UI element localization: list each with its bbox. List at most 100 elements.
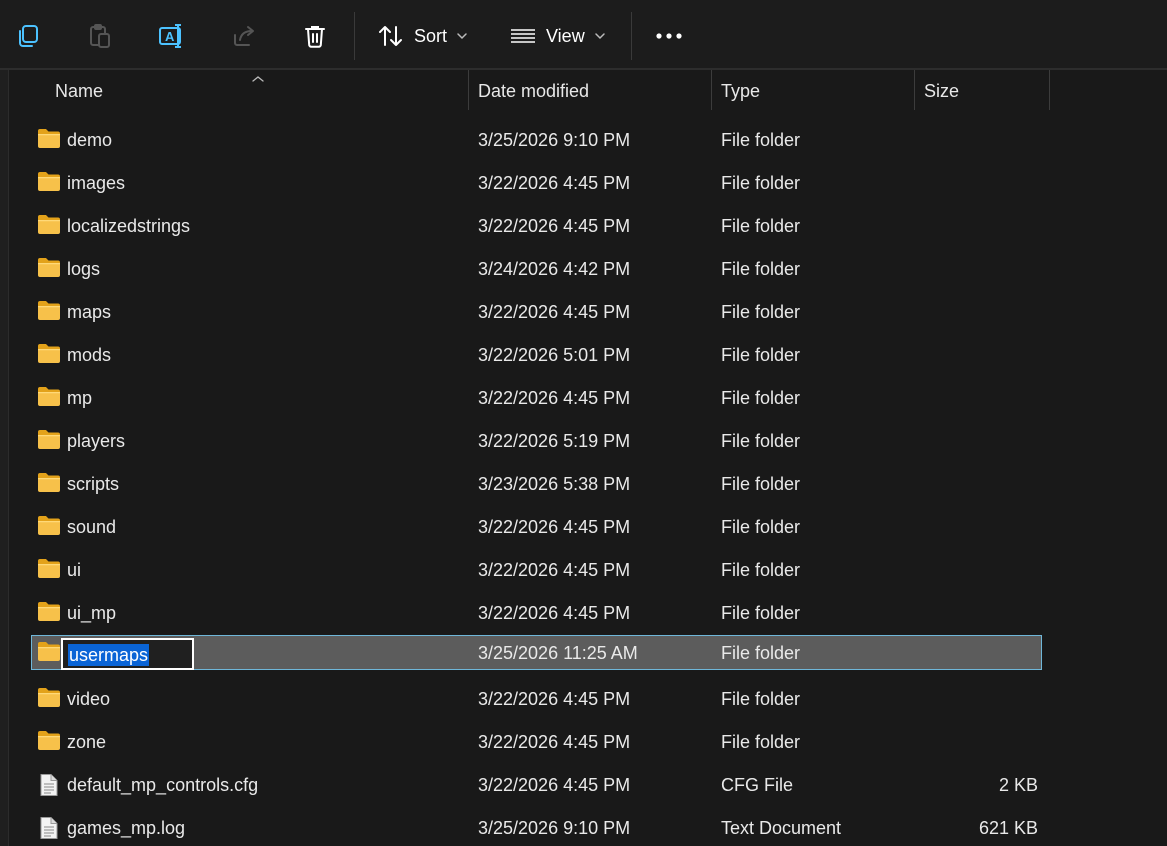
list-item[interactable]: players 3/22/2026 5:19 PM File folder xyxy=(0,420,1167,463)
column-divider[interactable] xyxy=(914,70,915,110)
list-item[interactable]: video 3/22/2026 4:45 PM File folder xyxy=(0,678,1167,721)
item-type: File folder xyxy=(721,173,801,193)
list-item[interactable]: sound 3/22/2026 4:45 PM File folder xyxy=(0,506,1167,549)
item-type: File folder xyxy=(721,130,801,150)
more-options-button[interactable] xyxy=(652,14,686,58)
item-name: demo xyxy=(67,130,113,150)
item-type: File folder xyxy=(721,732,801,752)
item-date: 3/25/2026 9:10 PM xyxy=(478,818,631,838)
folder-icon xyxy=(37,730,61,754)
item-date: 3/22/2026 4:45 PM xyxy=(478,517,631,537)
sort-icon xyxy=(378,24,404,48)
list-view-icon xyxy=(510,26,536,46)
item-type: File folder xyxy=(721,474,801,494)
rename-input[interactable]: usermaps xyxy=(61,638,194,670)
item-type: File folder xyxy=(721,689,801,709)
list-item[interactable]: default_mp_controls.cfg 3/22/2026 4:45 P… xyxy=(0,764,1167,807)
column-header-type[interactable]: Type xyxy=(721,70,913,112)
item-name: logs xyxy=(67,259,101,279)
list-item[interactable]: demo 3/25/2026 9:10 PM File folder xyxy=(0,119,1167,162)
column-name-label: Name xyxy=(55,80,104,101)
folder-icon xyxy=(37,515,61,539)
item-name: games_mp.log xyxy=(67,818,186,838)
item-name: maps xyxy=(67,302,112,322)
item-size xyxy=(930,334,1038,377)
list-item[interactable]: zone 3/22/2026 4:45 PM File folder xyxy=(0,721,1167,764)
item-size xyxy=(930,420,1038,463)
item-date: 3/24/2026 4:42 PM xyxy=(478,259,631,279)
list-item[interactable]: maps 3/22/2026 4:45 PM File folder xyxy=(0,291,1167,334)
column-header: Name Date modified Type Size xyxy=(9,70,1167,112)
item-date: 3/22/2026 4:45 PM xyxy=(478,775,631,795)
folder-icon xyxy=(37,128,61,152)
trash-icon xyxy=(302,23,328,49)
sort-label: Sort xyxy=(414,25,448,46)
column-divider[interactable] xyxy=(711,70,712,110)
view-label: View xyxy=(546,25,585,46)
item-type: File folder xyxy=(721,302,801,322)
item-type: File folder xyxy=(721,517,801,537)
list-item[interactable]: images 3/22/2026 4:45 PM File folder xyxy=(0,162,1167,205)
paste-button[interactable] xyxy=(84,14,116,58)
folder-icon xyxy=(37,558,61,582)
column-header-size[interactable]: Size xyxy=(924,70,1048,112)
item-name: mp xyxy=(67,388,93,408)
rename-button[interactable]: A xyxy=(156,14,188,58)
item-date: 3/25/2026 11:25 AM xyxy=(478,643,638,663)
item-date: 3/22/2026 4:45 PM xyxy=(478,732,631,752)
chevron-down-icon xyxy=(594,32,606,40)
column-header-date[interactable]: Date modified xyxy=(478,70,710,112)
item-name: ui_mp xyxy=(67,603,117,623)
delete-button[interactable] xyxy=(300,14,330,58)
list-item[interactable]: mp 3/22/2026 4:45 PM File folder xyxy=(0,377,1167,420)
folder-icon xyxy=(37,601,61,625)
item-date: 3/22/2026 4:45 PM xyxy=(478,603,631,623)
item-name: players xyxy=(67,431,126,451)
column-divider[interactable] xyxy=(468,70,469,110)
item-type: File folder xyxy=(721,388,801,408)
column-divider[interactable] xyxy=(1049,70,1050,110)
list-item[interactable]: games_mp.log 3/25/2026 9:10 PM Text Docu… xyxy=(0,807,1167,846)
item-date: 3/22/2026 4:45 PM xyxy=(478,560,631,580)
list-item[interactable]: ui_mp 3/22/2026 4:45 PM File folder xyxy=(0,592,1167,635)
folder-icon xyxy=(37,687,61,711)
item-type: CFG File xyxy=(721,775,793,795)
view-button[interactable]: View xyxy=(510,14,606,58)
folder-icon xyxy=(37,343,61,367)
item-size xyxy=(930,205,1038,248)
item-size xyxy=(930,162,1038,205)
item-size xyxy=(930,678,1038,721)
chevron-down-icon xyxy=(456,32,468,40)
toolbar-divider xyxy=(354,12,355,60)
item-name: ui xyxy=(67,560,82,580)
list-item[interactable]: scripts 3/23/2026 5:38 PM File folder xyxy=(0,463,1167,506)
item-type: File folder xyxy=(721,345,801,365)
item-date: 3/22/2026 5:19 PM xyxy=(478,431,631,451)
copy-button[interactable] xyxy=(12,14,44,58)
item-size xyxy=(930,506,1038,549)
item-type: File folder xyxy=(721,560,801,580)
column-header-name[interactable]: Name xyxy=(55,70,467,112)
list-item[interactable]: mods 3/22/2026 5:01 PM File folder xyxy=(0,334,1167,377)
item-name: scripts xyxy=(67,474,120,494)
folder-icon xyxy=(37,429,61,453)
clipboard-icon xyxy=(87,23,113,49)
item-date: 3/22/2026 4:45 PM xyxy=(478,216,631,236)
item-date: 3/22/2026 4:45 PM xyxy=(478,173,631,193)
sort-button[interactable]: Sort xyxy=(378,14,468,58)
list-item[interactable]: localizedstrings 3/22/2026 4:45 PM File … xyxy=(0,205,1167,248)
item-name: mods xyxy=(67,345,112,365)
share-button[interactable] xyxy=(228,14,260,58)
column-type-label: Type xyxy=(721,80,761,101)
rename-icon: A xyxy=(158,23,186,49)
list-item[interactable]: ui 3/22/2026 4:45 PM File folder xyxy=(0,549,1167,592)
list-item-selected[interactable]: usermaps 3/25/2026 11:25 AM File folder xyxy=(0,635,1167,678)
item-size: 621 KB xyxy=(978,818,1038,838)
file-list: demo 3/25/2026 9:10 PM File folder image… xyxy=(0,119,1167,846)
item-size xyxy=(930,549,1038,592)
item-type: File folder xyxy=(721,643,801,663)
item-size xyxy=(930,721,1038,764)
folder-icon xyxy=(37,641,61,665)
list-item[interactable]: logs 3/24/2026 4:42 PM File folder xyxy=(0,248,1167,291)
item-name: images xyxy=(67,173,126,193)
